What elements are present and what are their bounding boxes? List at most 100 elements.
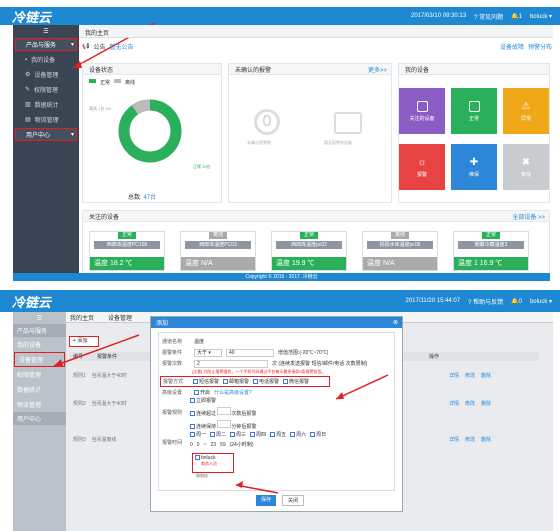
cond-label: 报警条件 bbox=[162, 350, 183, 356]
cond-operator-select[interactable]: 大于 ▾ bbox=[194, 348, 222, 357]
rule-immediate[interactable]: 立即报警 bbox=[190, 397, 256, 404]
tab-home[interactable]: 我的主页 bbox=[70, 313, 94, 322]
sidebar-item-stats[interactable]: ▥ 数据统计 bbox=[13, 97, 79, 112]
chart-icon bbox=[468, 100, 480, 112]
key-icon: ✎ bbox=[25, 87, 31, 93]
device-card[interactable]: 正常 西郎库温度pc02 温度 19.9 ℃ bbox=[271, 231, 347, 271]
tab-bar-1: 我的主页 bbox=[79, 25, 553, 38]
mode-sms-checkbox[interactable]: 短信报警 bbox=[193, 378, 219, 385]
status-donut bbox=[118, 99, 182, 163]
day-wed[interactable]: 周三 bbox=[230, 431, 246, 438]
user-menu[interactable]: boluck ▾ bbox=[530, 13, 552, 20]
table-row: 规则3 当间温离线 bbox=[73, 437, 117, 443]
device-card[interactable]: 离线 揭阳水库温度pc05 温度 N/A bbox=[362, 231, 438, 271]
rule-label: 报警规则 bbox=[162, 410, 183, 416]
status-legend: 正常 离线 bbox=[89, 79, 135, 86]
adv-label: 高级设置 bbox=[162, 389, 183, 396]
day-thu[interactable]: 周四 bbox=[250, 431, 266, 438]
gear-icon: ⚙ bbox=[25, 72, 31, 78]
tile-abnormal[interactable]: ⚠ 异常 bbox=[503, 88, 549, 134]
contact-2[interactable]: 周和松 bbox=[196, 473, 391, 479]
time-hint: (24小时制) bbox=[229, 442, 254, 448]
legend-offline: 离线 bbox=[125, 80, 136, 86]
datetime: 2017/11/20 15:44:07 bbox=[405, 298, 461, 304]
annotation-arrow-4 bbox=[335, 374, 389, 400]
time-options: 周一 周二 周三 周四 周五 周六 周日 0 0 ~ 23 59 (24小时制) bbox=[190, 431, 326, 453]
close-button[interactable]: 关闭 bbox=[282, 495, 305, 506]
alarm-mode-row: 报警方式 短信报警 邮箱报警 电话报警 微信报警 bbox=[160, 376, 330, 387]
logo: 冷链云 bbox=[12, 294, 52, 310]
to-hour[interactable]: 23 bbox=[210, 442, 216, 448]
watched-panel: 关注的设备 全部设备 >> 正常 西郎库温度PC108 温度 18.2 ℃ 离线 西郎库… bbox=[82, 210, 550, 276]
chart-icon: ▥ bbox=[25, 102, 31, 108]
tab-device-mgmt[interactable]: 设备管理 bbox=[108, 313, 132, 322]
device-card[interactable]: 离线 西郎库温度PC03 温度 N/A bbox=[180, 231, 256, 271]
day-fri[interactable]: 周五 bbox=[270, 431, 286, 438]
device-card[interactable]: 正常 西郎库温度PC108 温度 18.2 ℃ bbox=[89, 231, 165, 271]
annotation-arrow-3 bbox=[235, 481, 279, 494]
alarm-count-label: 未确认报警数 bbox=[247, 140, 271, 145]
sidebar-item-stats[interactable]: 数据统计 bbox=[13, 382, 66, 397]
bell-icon[interactable]: 🔔0 bbox=[511, 298, 522, 305]
count-input[interactable]: 2 bbox=[194, 359, 268, 368]
mode-wechat-checkbox[interactable]: 微信报警 bbox=[283, 378, 309, 385]
tile-maintenance[interactable]: ✚ 维保 bbox=[451, 144, 497, 190]
tile-watched[interactable]: 关注的设备 bbox=[399, 88, 445, 134]
contact-selector[interactable]: boluck 商务人员 bbox=[192, 453, 234, 473]
adv-help-link[interactable]: 什么是高级设置? bbox=[214, 389, 252, 396]
day-tue[interactable]: 周二 bbox=[210, 431, 226, 438]
annotation-arrow-2 bbox=[53, 334, 140, 367]
top-bar-2: 冷链云 2017/11/20 15:44:07 ? 帮助与反馈 🔔0 boluc… bbox=[0, 290, 560, 312]
sidebar-item-logistics[interactable]: 物流管理 bbox=[13, 397, 66, 412]
close-icon[interactable]: ⊗ bbox=[393, 319, 402, 326]
mode-phone-checkbox[interactable]: 电话报警 bbox=[253, 378, 279, 385]
device-card[interactable]: 正常 朝聚冷藏温度3 温度 1 16.9 ℃ bbox=[453, 231, 529, 271]
tile-alarm[interactable]: ☼ 报警 bbox=[399, 144, 445, 190]
from-minute[interactable]: 0 bbox=[197, 442, 200, 448]
truck-icon: ▤ bbox=[25, 117, 31, 123]
menu-icon[interactable]: ☰ bbox=[13, 312, 66, 324]
tile-offline[interactable]: ✖ 离线 bbox=[503, 144, 549, 190]
close-icon: ✖ bbox=[521, 156, 531, 168]
day-mon[interactable]: 周一 bbox=[190, 431, 206, 438]
user-menu[interactable]: boluck ▾ bbox=[530, 298, 552, 305]
status-panel: 设备状态 正常 离线 离线 1台 2% 正常 39台 总数: 47台 bbox=[82, 63, 222, 203]
panel-title: 未确认的报警 更多>> bbox=[229, 64, 391, 75]
adv-on-checkbox[interactable]: 开启 bbox=[194, 389, 210, 396]
rule-consecutive[interactable]: 连续超过 次数后报警 bbox=[190, 407, 256, 417]
count-hint: 次 (连续发送报警 短信/邮件/电话 次数限制) bbox=[272, 361, 368, 367]
all-devices-link[interactable]: 全部设备 >> bbox=[512, 212, 549, 221]
tile-normal[interactable]: 正常 bbox=[451, 88, 497, 134]
day-sun[interactable]: 周日 bbox=[310, 431, 326, 438]
my-devices-panel: 我的设备 关注的设备 正常 ⚠ 异常 ☼ 报警 ✚ 维保 ✖ 离线 bbox=[398, 63, 550, 203]
total-count: 总数: 47台 bbox=[128, 195, 157, 201]
row-actions: 详情 修改 删除 bbox=[449, 373, 492, 379]
sidebar-group-user-center[interactable]: 用户中心 bbox=[13, 412, 66, 425]
rule-duration[interactable]: 连续保持 分钟后报警 bbox=[190, 420, 256, 430]
help-link[interactable]: ? 帮助与反馈 bbox=[468, 297, 503, 306]
sidebar-group-user-center[interactable]: 用户中心 ▾ bbox=[15, 128, 77, 141]
help-link[interactable]: ? 常见问题 bbox=[474, 12, 503, 21]
sidebar-item-logistics[interactable]: ▤ 物流管理 bbox=[13, 112, 79, 127]
notice-text[interactable]: 暂无公告 bbox=[110, 42, 134, 51]
empty-device-icon bbox=[334, 112, 362, 134]
device-fault-link[interactable]: 设备故障 bbox=[500, 42, 524, 51]
cond-value-input[interactable]: 40 bbox=[226, 348, 274, 357]
warning-map-link[interactable]: 预警分布 bbox=[528, 42, 552, 51]
save-button[interactable]: 保存 bbox=[256, 495, 277, 506]
panel-title: 关注的设备 全部设备 >> bbox=[83, 211, 549, 222]
monitor-icon: ▪ bbox=[25, 56, 28, 63]
bell-icon[interactable]: 🔔1 bbox=[511, 13, 522, 20]
from-hour[interactable]: 0 bbox=[190, 442, 193, 448]
normal-label: 正常 39台 bbox=[193, 164, 211, 169]
cond-hint: 增值范围:(-20℃~70℃) bbox=[278, 350, 329, 356]
alarm-more-link[interactable]: 更多>> bbox=[368, 65, 391, 74]
to-minute[interactable]: 59 bbox=[220, 442, 226, 448]
name-label: 通道名称 bbox=[162, 339, 183, 345]
sidebar-item-permissions[interactable]: ✎ 权限管理 bbox=[13, 82, 79, 97]
day-sat[interactable]: 周六 bbox=[290, 431, 306, 438]
donut-offline bbox=[131, 99, 151, 115]
mode-email-checkbox[interactable]: 邮箱报警 bbox=[223, 378, 249, 385]
alarm-panel: 未确认的报警 更多>> 0 未确认报警数 暂无报警的设备 bbox=[228, 63, 392, 203]
tab-home[interactable]: 我的主页 bbox=[85, 28, 109, 37]
